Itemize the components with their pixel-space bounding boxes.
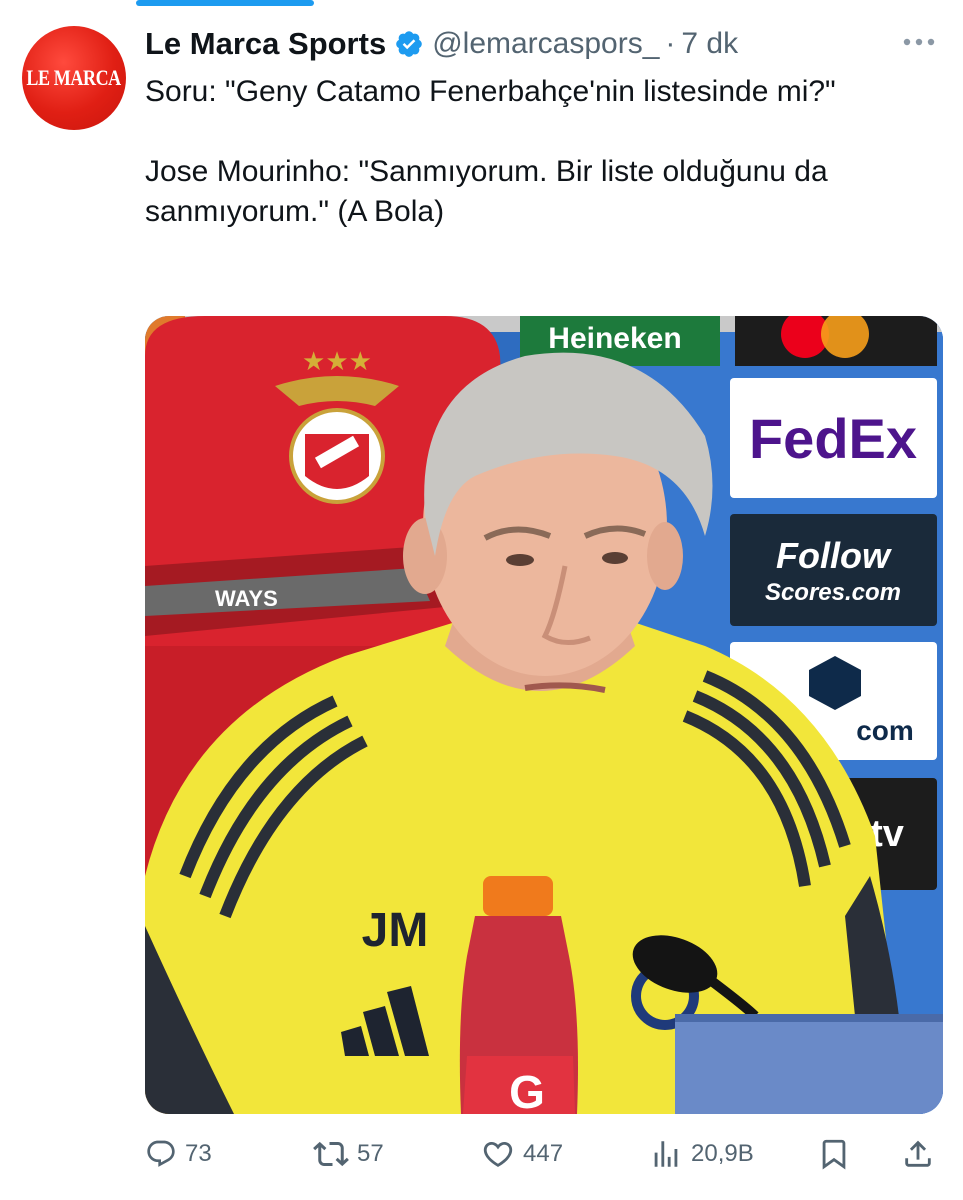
handle[interactable]: @lemarcaspors_ bbox=[432, 27, 659, 61]
repost-icon bbox=[313, 1141, 349, 1167]
chair-band-text: WAYS bbox=[215, 586, 278, 611]
more-button[interactable] bbox=[899, 26, 939, 58]
verified-badge-icon bbox=[396, 31, 423, 57]
timestamp[interactable]: 7 dk bbox=[681, 27, 738, 61]
avatar-logo-text: LE MARCA bbox=[26, 65, 122, 90]
more-icon bbox=[903, 38, 935, 46]
separator-dot: · bbox=[665, 27, 676, 60]
reply-count: 73 bbox=[185, 1140, 212, 1167]
repost-button[interactable]: 57 bbox=[313, 1130, 384, 1178]
like-button[interactable]: 447 bbox=[481, 1130, 563, 1178]
views-button[interactable]: 20,9B bbox=[649, 1130, 754, 1178]
bookmark-icon bbox=[822, 1139, 846, 1170]
bookmark-button[interactable] bbox=[817, 1130, 851, 1178]
heineken-logo-text: Heineken bbox=[548, 322, 681, 355]
tweet-text: Soru: "Geny Catamo Fenerbahçe'nin listes… bbox=[145, 72, 925, 232]
shirt-logo-text: JM bbox=[362, 904, 429, 957]
crypto-domain-text: com bbox=[856, 715, 914, 746]
display-name[interactable]: Le Marca Sports bbox=[145, 26, 386, 62]
followscores-logo-text: Follow bbox=[776, 535, 892, 576]
laptop bbox=[675, 1014, 943, 1114]
avatar[interactable]: LE MARCA bbox=[22, 26, 126, 130]
action-bar: 73 57 447 20,9B bbox=[145, 1130, 943, 1178]
like-icon bbox=[483, 1141, 513, 1167]
reply-button[interactable]: 73 bbox=[145, 1130, 212, 1178]
press-conference-photo: Heineken FedEx Follow Scores.com com tv … bbox=[145, 316, 943, 1114]
tweet-paragraph: Jose Mourinho: "Sanmıyorum. Bir liste ol… bbox=[145, 155, 828, 228]
tweet-header: Le Marca Sports @lemarcaspors_ · 7 dk bbox=[145, 20, 943, 68]
svg-text:★★★: ★★★ bbox=[302, 346, 372, 376]
share-icon bbox=[905, 1140, 931, 1167]
fedex-logo-text: FedEx bbox=[749, 407, 917, 470]
share-button[interactable] bbox=[901, 1130, 935, 1178]
views-count: 20,9B bbox=[691, 1140, 754, 1167]
reply-icon bbox=[147, 1140, 175, 1167]
views-icon bbox=[654, 1141, 678, 1167]
tweet-paragraph: Soru: "Geny Catamo Fenerbahçe'nin listes… bbox=[145, 75, 836, 108]
bottle-brand-text: G bbox=[509, 1066, 545, 1114]
like-count: 447 bbox=[523, 1140, 564, 1167]
repost-count: 57 bbox=[357, 1140, 384, 1167]
tweet-photo[interactable]: Heineken FedEx Follow Scores.com com tv … bbox=[145, 316, 943, 1114]
tab-indicator bbox=[136, 0, 314, 6]
followscores-domain-text: Scores.com bbox=[765, 579, 901, 606]
